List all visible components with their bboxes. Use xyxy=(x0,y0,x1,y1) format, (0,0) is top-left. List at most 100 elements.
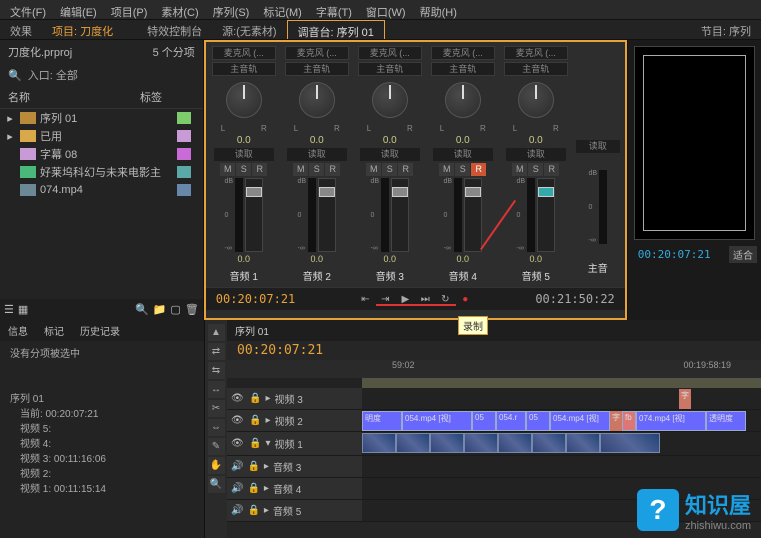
timeline-timecode[interactable]: 00:20:07:21 xyxy=(227,341,761,360)
goto-in-icon[interactable]: ⇤ xyxy=(357,292,373,306)
tab-effects[interactable]: 效果 xyxy=(0,20,42,39)
video-clip[interactable] xyxy=(532,433,566,453)
pan-knob[interactable] xyxy=(226,82,262,118)
pan-knob[interactable] xyxy=(299,82,335,118)
volume-fader[interactable] xyxy=(245,178,263,252)
video-clip[interactable]: 074.mp4 [视] xyxy=(636,411,706,431)
tab-info[interactable]: 信息 xyxy=(0,320,36,341)
label-swatch[interactable] xyxy=(177,112,191,124)
mute-button[interactable]: M xyxy=(220,163,235,176)
speaker-icon[interactable]: 🔊 xyxy=(231,505,243,516)
video-clip[interactable] xyxy=(600,433,660,453)
input-select[interactable]: 麦克风 (... xyxy=(431,46,495,60)
pan-knob[interactable] xyxy=(518,82,554,118)
record-button[interactable]: R xyxy=(398,163,413,176)
input-select[interactable]: 麦克风 (... xyxy=(504,46,568,60)
input-select[interactable]: 麦克风 (... xyxy=(285,46,349,60)
video-clip[interactable]: 05 xyxy=(526,411,550,431)
col-name[interactable]: 名称 xyxy=(0,89,140,105)
lock-icon[interactable]: 🔒 xyxy=(249,393,261,404)
video-clip[interactable]: 054.r xyxy=(496,411,526,431)
new-bin-icon[interactable]: 📁 xyxy=(153,303,167,316)
time-ruler[interactable]: 59:0200:19:58:19 xyxy=(227,360,761,378)
tab-history[interactable]: 历史记录 xyxy=(72,320,128,341)
solo-button[interactable]: S xyxy=(528,163,543,176)
menu-window[interactable]: 窗口(W) xyxy=(360,2,412,17)
video-clip[interactable]: 05 xyxy=(472,411,496,431)
volume-fader[interactable] xyxy=(537,178,555,252)
menu-edit[interactable]: 编辑(E) xyxy=(54,2,103,17)
track-select-tool-icon[interactable]: ⇄ xyxy=(208,343,225,360)
automation-mode[interactable]: 读取 xyxy=(287,148,347,161)
razor-tool-icon[interactable]: ✂ xyxy=(208,400,225,417)
menu-marker[interactable]: 标记(M) xyxy=(257,2,308,17)
timeline-tab[interactable]: 序列 01 xyxy=(227,320,761,341)
toggle-track-icon[interactable]: 👁 xyxy=(231,393,245,404)
solo-button[interactable]: S xyxy=(236,163,251,176)
project-item[interactable]: ▸序列 01 xyxy=(0,109,203,127)
caption-clip[interactable]: 字 xyxy=(679,389,691,409)
selection-tool-icon[interactable]: ▲ xyxy=(208,324,225,341)
menu-file[interactable]: 文件(F) xyxy=(4,2,52,17)
record-button[interactable]: R xyxy=(471,163,486,176)
menu-clip[interactable]: 素材(C) xyxy=(155,2,204,17)
pan-knob[interactable] xyxy=(445,82,481,118)
solo-button[interactable]: S xyxy=(309,163,324,176)
toggle-track-icon[interactable]: 👁 xyxy=(231,438,245,449)
tab-fxcontrol[interactable]: 特效控制台 xyxy=(137,20,212,39)
solo-button[interactable]: S xyxy=(455,163,470,176)
record-button[interactable]: R xyxy=(544,163,559,176)
pen-tool-icon[interactable]: ✎ xyxy=(208,438,225,455)
project-item[interactable]: ▸已用 xyxy=(0,127,203,145)
video-clip[interactable]: 明度 xyxy=(362,411,402,431)
tab-marker[interactable]: 标记 xyxy=(36,320,72,341)
project-item[interactable]: 字幕 08 xyxy=(0,145,203,163)
label-swatch[interactable] xyxy=(177,184,191,196)
volume-fader[interactable] xyxy=(464,178,482,252)
automation-mode[interactable]: 读取 xyxy=(360,148,420,161)
zoom-tool-icon[interactable]: 🔍 xyxy=(208,476,225,493)
tab-project[interactable]: 项目: 刀度化 xyxy=(42,20,123,39)
lock-icon[interactable]: 🔒 xyxy=(249,415,261,426)
work-area-bar[interactable] xyxy=(362,378,761,388)
video-clip[interactable] xyxy=(396,433,430,453)
video-clip[interactable] xyxy=(498,433,532,453)
icon-view-icon[interactable]: ▦ xyxy=(18,303,28,316)
mixer-timecode-left[interactable]: 00:20:07:21 xyxy=(216,292,295,306)
find-icon[interactable]: 🔍 xyxy=(135,303,149,316)
automation-mode[interactable]: 读取 xyxy=(506,148,566,161)
col-label[interactable]: 标签 xyxy=(140,89,190,105)
menu-help[interactable]: 帮助(H) xyxy=(414,2,463,17)
ripple-tool-icon[interactable]: ⇆ xyxy=(208,362,225,379)
solo-button[interactable]: S xyxy=(382,163,397,176)
output-select[interactable]: 主音轨 xyxy=(285,62,349,76)
video-clip[interactable] xyxy=(430,433,464,453)
record-button[interactable]: R xyxy=(325,163,340,176)
toggle-track-icon[interactable]: 👁 xyxy=(231,415,245,426)
input-select[interactable]: 麦克风 (... xyxy=(212,46,276,60)
caption-clip[interactable]: 字 xyxy=(610,411,622,431)
automation-mode[interactable]: 读取 xyxy=(576,140,620,153)
search-icon[interactable]: 🔍 xyxy=(8,70,22,82)
volume-fader[interactable] xyxy=(391,178,409,252)
program-timecode[interactable]: 00:20:07:21 xyxy=(632,246,717,263)
video-clip[interactable]: 054.mp4 [视] xyxy=(550,411,610,431)
rate-tool-icon[interactable]: ↔ xyxy=(208,381,225,398)
tab-mixer[interactable]: 调音台: 序列 01 xyxy=(287,20,385,39)
menu-title[interactable]: 字幕(T) xyxy=(310,2,358,17)
input-select[interactable]: 麦克风 (... xyxy=(358,46,422,60)
new-item-icon[interactable]: ▢ xyxy=(170,303,180,316)
label-swatch[interactable] xyxy=(177,130,191,142)
lock-icon[interactable]: 🔒 xyxy=(247,483,259,494)
output-select[interactable]: 主音轨 xyxy=(358,62,422,76)
mute-button[interactable]: M xyxy=(366,163,381,176)
video-clip[interactable] xyxy=(362,433,396,453)
mute-button[interactable]: M xyxy=(439,163,454,176)
zoom-fit[interactable]: 适合 xyxy=(729,246,757,263)
video-clip[interactable] xyxy=(566,433,600,453)
tab-source[interactable]: 源:(无素材) xyxy=(212,20,286,39)
volume-fader[interactable] xyxy=(318,178,336,252)
list-view-icon[interactable]: ☰ xyxy=(4,303,14,316)
project-item[interactable]: 074.mp4 xyxy=(0,181,203,199)
project-item[interactable]: 好莱坞科幻与未来电影主 xyxy=(0,163,203,181)
